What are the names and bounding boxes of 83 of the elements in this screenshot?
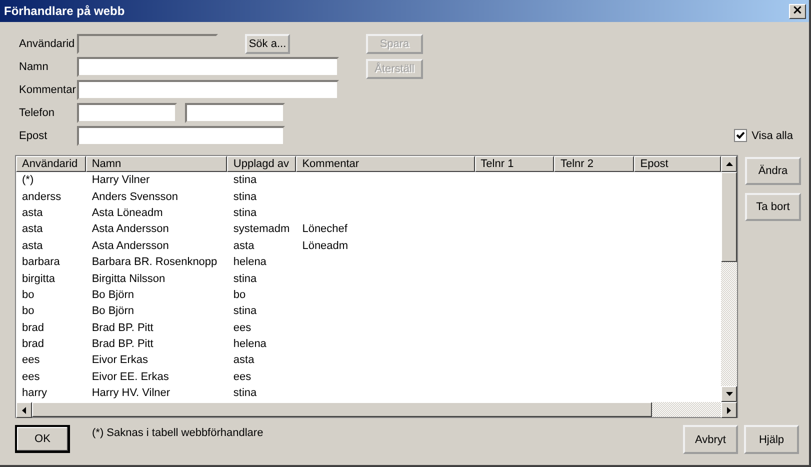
checkbox[interactable]	[734, 129, 747, 142]
action-button[interactable]: Ändra	[745, 157, 801, 185]
checkbox-label: Visa alla	[752, 130, 793, 142]
table-cell: asta	[233, 354, 254, 366]
table-cell: Bo Björn	[92, 288, 134, 301]
table-cell: anderss	[22, 190, 62, 203]
table-cell: helena	[233, 338, 266, 350]
table-cell: stina	[233, 387, 257, 400]
table-cell: Asta Löneadm	[92, 206, 163, 219]
table-cell: barbara	[22, 256, 60, 268]
input-field[interactable]	[77, 103, 177, 123]
table-cell: asta	[22, 206, 43, 219]
window-title: Förhandlare på webb	[4, 4, 125, 18]
table-cell: helena	[233, 256, 266, 268]
table-cell: brad	[22, 338, 44, 350]
column-header[interactable]: Epost	[634, 156, 721, 172]
scroll-right-button[interactable]	[721, 402, 737, 418]
field-label: Epost	[19, 130, 48, 142]
table-cell: stina	[233, 190, 257, 203]
table-cell: Eivor Erkas	[92, 354, 148, 366]
scroll-left-button[interactable]	[16, 402, 32, 418]
field-label: Telefon	[19, 107, 56, 119]
right-arrow-icon	[727, 406, 731, 414]
column-header[interactable]: Kommentar	[296, 156, 475, 172]
table-cell: Barbara BR. Rosenknopp	[92, 256, 218, 268]
table-cell: asta	[22, 240, 43, 252]
column-header[interactable]: Användarid	[16, 156, 86, 172]
column-header[interactable]: Telnr 1	[474, 156, 554, 172]
field-label: Kommentar	[19, 84, 77, 96]
field-label: Namn	[19, 61, 50, 73]
table-cell: Lönechef	[302, 223, 348, 236]
footnote-text: (*) Saknas i tabell webbförhandlare	[92, 427, 264, 439]
table-cell: Bo Björn	[92, 305, 134, 318]
table-cell: ees	[22, 354, 40, 366]
action-button[interactable]: Ta bort	[745, 193, 801, 221]
close-button[interactable]: ×	[789, 4, 806, 18]
input-field[interactable]	[185, 103, 285, 123]
input-field[interactable]	[77, 126, 285, 146]
vertical-scrollbar[interactable]	[721, 172, 737, 402]
table-cell: Asta Andersson	[92, 223, 169, 236]
table-cell: stina	[233, 174, 257, 186]
table-cell: asta	[22, 223, 43, 236]
table-cell: ees	[22, 370, 40, 383]
table-cell: Eivor EE. Erkas	[92, 370, 169, 383]
left-arrow-icon	[22, 406, 26, 414]
table-cell: Harry HV. Vilner	[92, 387, 170, 400]
table-cell: ees	[233, 370, 252, 383]
ok-button[interactable]: OK	[15, 425, 70, 453]
table-cell: (*)	[22, 174, 34, 186]
scroll-up-button[interactable]	[721, 156, 737, 172]
table-cell: Asta Andersson	[92, 240, 169, 252]
field-label: Användarid	[19, 38, 76, 50]
table-cell: systemadm	[233, 223, 290, 236]
table-cell: Harry Vilner	[92, 174, 150, 186]
down-arrow-icon	[726, 392, 732, 396]
up-arrow-icon	[726, 162, 732, 166]
table-cell: birgitta	[22, 272, 56, 285]
check-icon	[736, 131, 745, 140]
table-cell: Brad BP. Pitt	[92, 338, 154, 350]
table-cell: stina	[233, 305, 257, 318]
table-cell: Löneadm	[302, 240, 348, 252]
dialog-button[interactable]: Avbryt	[683, 425, 738, 454]
search-button[interactable]: Sök a...	[245, 34, 290, 54]
scroll-thumb[interactable]	[721, 172, 737, 262]
table-cell: Birgitta Nilsson	[92, 272, 166, 285]
table-cell: stina	[233, 206, 257, 219]
table-cell: asta	[233, 240, 254, 252]
input-field[interactable]	[77, 80, 339, 100]
table-cell: ees	[233, 322, 252, 334]
column-header[interactable]: Namn	[86, 156, 228, 172]
column-header[interactable]: Telnr 2	[554, 156, 634, 172]
dialog-button[interactable]: Hjälp	[744, 425, 799, 454]
table-cell: bo	[22, 288, 34, 301]
table-cell: bo	[233, 288, 246, 301]
table-cell: Brad BP. Pitt	[92, 322, 154, 334]
table-cell: harry	[22, 387, 48, 400]
table-cell: bo	[22, 305, 34, 318]
table-cell: Anders Svensson	[92, 190, 178, 203]
table-cell: brad	[22, 322, 44, 334]
column-header[interactable]: Upplagd av	[227, 156, 296, 172]
input-field[interactable]	[77, 57, 339, 77]
table-cell: stina	[233, 272, 257, 285]
scroll-down-button[interactable]	[721, 386, 737, 402]
